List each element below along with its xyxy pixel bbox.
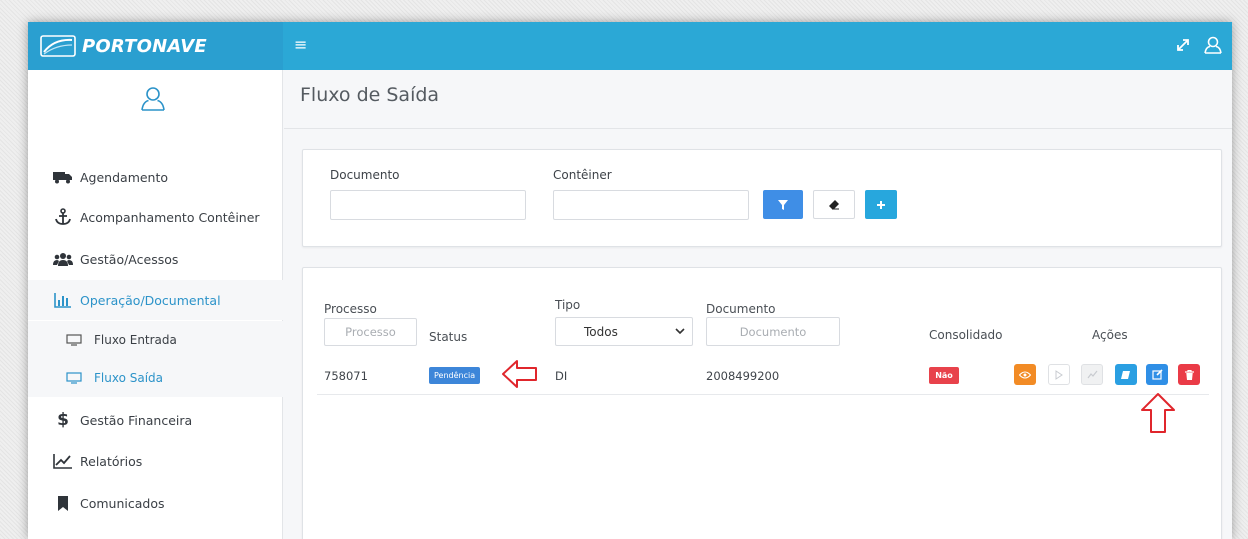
sidebar-item-gestao-acessos[interactable]: Gestão/Acessos xyxy=(28,239,283,279)
filter-panel: Documento Contêiner xyxy=(302,149,1222,247)
window-icon xyxy=(66,334,82,346)
portonave-logo-icon xyxy=(40,35,76,57)
view-button[interactable] xyxy=(1014,364,1036,385)
sidebar-subitem-fluxo-entrada[interactable]: Fluxo Entrada xyxy=(28,321,283,359)
sidebar-item-label: Comunicados xyxy=(80,495,165,511)
user-profile-icon[interactable] xyxy=(140,85,166,113)
chevron-down-icon xyxy=(675,328,685,335)
bookmark-icon xyxy=(52,494,74,512)
sidebar-item-gestao-financeira[interactable]: $ Gestão Financeira xyxy=(28,400,283,440)
up-arrow-annotation-icon xyxy=(1141,393,1175,433)
sidebar-item-relatorios[interactable]: Relatórios xyxy=(28,441,283,481)
documento-filter-input[interactable] xyxy=(706,317,840,346)
hamburger-icon[interactable]: ≡ xyxy=(294,35,308,55)
processo-filter-input[interactable] xyxy=(324,318,417,346)
add-button[interactable] xyxy=(865,190,897,219)
processo-cell: 758071 xyxy=(324,369,368,383)
consolidado-badge: Não xyxy=(929,367,959,384)
documento-label: Documento xyxy=(330,168,400,182)
status-column-header: Status xyxy=(429,330,468,344)
edit-icon xyxy=(1151,369,1163,380)
sidebar-item-operacao-documental[interactable]: Operação/Documental xyxy=(28,280,283,320)
documento-column-header: Documento xyxy=(706,302,776,316)
eraser-icon xyxy=(829,199,839,209)
tipo-selected-value: Todos xyxy=(584,324,618,339)
sidebar-subitem-label: Fluxo Entrada xyxy=(94,333,177,347)
chart-icon xyxy=(1087,370,1097,379)
anchor-icon xyxy=(52,208,74,226)
trash-icon xyxy=(1184,369,1194,380)
sidebar-item-agendamento[interactable]: Agendamento xyxy=(28,157,283,197)
window-icon xyxy=(66,372,82,384)
status-badge: Pendência xyxy=(429,367,481,384)
play-icon xyxy=(1055,369,1063,380)
sidebar-item-label: Operação/Documental xyxy=(80,292,221,308)
users-icon xyxy=(52,250,74,268)
top-bar: PORTONAVE ≡ xyxy=(28,22,1232,70)
sidebar-item-label: Gestão Financeira xyxy=(80,412,193,428)
acoes-column-header: Ações xyxy=(1092,328,1128,342)
book-icon xyxy=(1121,370,1130,379)
sidebar: Agendamento Acompanhamento Contêiner Ges… xyxy=(28,70,283,539)
left-arrow-annotation-icon xyxy=(502,360,537,388)
app-window: PORTONAVE ≡ Agendamento Acompanhamento C… xyxy=(28,22,1232,539)
sidebar-item-label: Relatórios xyxy=(80,453,143,469)
tipo-cell: DI xyxy=(555,369,568,383)
tipo-select[interactable]: Todos xyxy=(555,317,693,346)
page-title: Fluxo de Saída xyxy=(300,84,440,106)
plus-icon xyxy=(877,200,885,209)
chart-button[interactable] xyxy=(1081,364,1103,385)
truck-icon xyxy=(52,168,74,186)
title-divider xyxy=(284,128,1232,129)
sidebar-item-comunicados[interactable]: Comunicados xyxy=(28,483,283,523)
eye-icon xyxy=(1019,370,1031,379)
brand-name: PORTONAVE xyxy=(82,35,207,57)
delete-button[interactable] xyxy=(1178,364,1200,385)
row-divider xyxy=(317,394,1209,395)
line-chart-icon xyxy=(52,452,74,470)
documento-cell: 2008499200 xyxy=(706,369,780,383)
expand-icon[interactable] xyxy=(1173,34,1193,56)
sidebar-item-acompanhamento[interactable]: Acompanhamento Contêiner xyxy=(28,197,283,237)
brand-logo[interactable]: PORTONAVE xyxy=(28,22,283,70)
play-button[interactable] xyxy=(1048,364,1070,385)
processo-column-header: Processo xyxy=(324,302,377,316)
consolidado-column-header: Consolidado xyxy=(929,328,1003,342)
clear-filters-button[interactable] xyxy=(813,190,855,219)
user-icon[interactable] xyxy=(1202,34,1224,56)
tipo-column-header: Tipo xyxy=(555,298,581,312)
sidebar-item-label: Acompanhamento Contêiner xyxy=(80,209,260,225)
results-panel: Processo Status Tipo Todos Documento Con… xyxy=(302,267,1222,539)
sidebar-subitem-label: Fluxo Saída xyxy=(94,371,164,385)
dollar-icon: $ xyxy=(57,410,69,430)
documento-input[interactable] xyxy=(330,190,526,220)
sidebar-subitem-fluxo-saida[interactable]: Fluxo Saída xyxy=(28,359,283,397)
bar-chart-icon xyxy=(52,291,74,309)
filter-button[interactable] xyxy=(763,190,803,219)
conteiner-input[interactable] xyxy=(553,190,749,220)
sidebar-item-label: Gestão/Acessos xyxy=(80,251,179,267)
edit-button[interactable] xyxy=(1146,364,1168,385)
filter-icon xyxy=(778,199,788,210)
document-button[interactable] xyxy=(1115,364,1137,385)
sidebar-item-label: Agendamento xyxy=(80,169,169,185)
conteiner-label: Contêiner xyxy=(553,168,612,182)
